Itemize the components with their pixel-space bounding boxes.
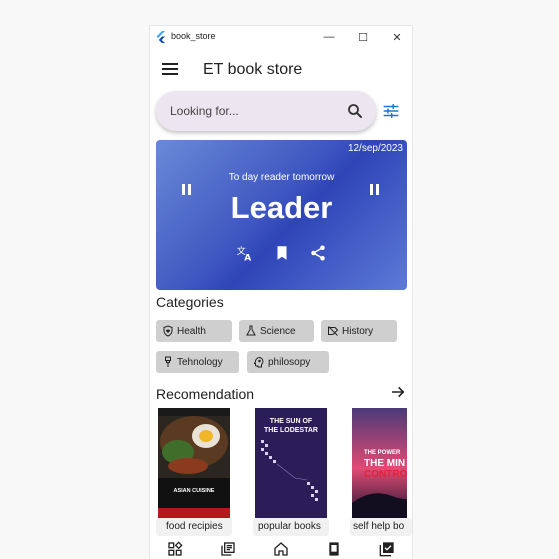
book-cover-title: THE MIN <box>364 458 406 469</box>
svg-text:A: A <box>244 254 251 263</box>
book-cover-title: THE LODESTAR <box>264 427 318 434</box>
book-label[interactable]: food recipies <box>166 521 223 532</box>
window-title: book_store <box>171 31 216 41</box>
chip-label: Health <box>177 325 206 337</box>
category-chip-health[interactable]: Health <box>156 320 232 342</box>
home-icon[interactable] <box>273 541 289 557</box>
book-icon[interactable] <box>326 541 342 557</box>
banner-headline: Leader <box>230 190 333 225</box>
chip-label: Science <box>260 325 296 337</box>
maximize-button[interactable]: ☐ <box>352 28 374 46</box>
flask-icon <box>246 325 256 336</box>
book-card-food-recipies[interactable]: ASIAN CUISINE <box>156 406 232 521</box>
minimize-button[interactable]: — <box>318 28 340 46</box>
app-window: book_store — ☐ ✕ ET book store 12/sep/20… <box>150 26 412 559</box>
search-bar <box>156 91 376 131</box>
category-chip-philosophy[interactable]: philosopy <box>247 351 329 373</box>
close-button[interactable]: ✕ <box>386 28 408 46</box>
book-label[interactable]: popular books <box>258 521 321 532</box>
book-cover-title: THE POWER <box>364 450 401 456</box>
bottom-navigation <box>150 538 412 559</box>
bookmark-icon[interactable] <box>273 244 291 262</box>
book-card-popular-books[interactable]: THE SUN OF THE LODESTAR <box>253 406 329 521</box>
history-book-icon <box>328 326 339 336</box>
arrow-right-icon[interactable] <box>390 384 406 400</box>
grid-icon[interactable] <box>167 541 183 557</box>
category-chip-technology[interactable]: Tehnology <box>156 351 239 373</box>
app-bar: ET book store <box>150 50 412 90</box>
book-cover-title: ASIAN CUISINE <box>173 488 215 494</box>
chip-label: philosopy <box>268 356 311 368</box>
checklist-icon[interactable] <box>379 541 395 557</box>
book-label[interactable]: self help bo <box>353 521 404 532</box>
window-titlebar: book_store — ☐ ✕ <box>150 26 412 48</box>
category-chip-science[interactable]: Science <box>239 320 314 342</box>
banner-date: 12/sep/2023 <box>347 143 403 154</box>
featured-banner[interactable]: 12/sep/2023 To day reader tomorrow Leade… <box>156 140 407 290</box>
chip-label: History <box>342 325 374 337</box>
flutter-logo-icon <box>156 31 165 43</box>
page-title: ET book store <box>203 61 303 78</box>
search-icon[interactable] <box>346 102 364 120</box>
tune-filter-icon[interactable] <box>382 102 400 120</box>
shield-heart-icon <box>163 325 173 337</box>
categories-title: Categories <box>156 294 224 310</box>
psychology-icon <box>253 356 264 368</box>
book-cover-title: THE SUN OF <box>269 418 313 425</box>
category-chip-history[interactable]: History <box>321 320 397 342</box>
share-icon[interactable] <box>309 244 327 262</box>
book-cover-image <box>158 408 230 518</box>
chip-label: Tehnology <box>177 356 223 368</box>
library-icon[interactable] <box>220 541 236 557</box>
translate-icon[interactable]: 文 A <box>236 244 254 262</box>
banner-subtitle: To day reader tomorrow <box>228 172 335 183</box>
book-cover-title: CONTRO <box>364 469 407 480</box>
technology-icon <box>165 356 171 367</box>
book-card-self-help[interactable]: THE POWER THE MIN CONTRO <box>350 406 407 521</box>
recommendation-title: Recomendation <box>156 386 255 402</box>
hamburger-menu-icon[interactable] <box>162 63 178 77</box>
search-input[interactable] <box>170 101 330 121</box>
